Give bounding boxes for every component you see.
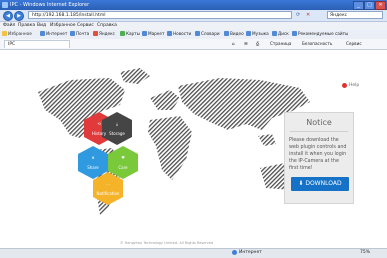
notice-message: Please download the web plugin controls … <box>289 138 347 171</box>
recommended-icon <box>292 31 297 36</box>
map-icon <box>120 31 125 36</box>
download-button[interactable]: ⬇ DOWNLOAD <box>291 177 349 191</box>
hex-label-care: Care <box>118 165 128 170</box>
command-security[interactable]: Безопасность <box>302 41 332 46</box>
minimize-button[interactable]: _ <box>353 1 364 10</box>
page-content: ⟲ ⤓ ⋔ ♥ … History Storage Share Care Not… <box>0 50 387 248</box>
copyright-text: © Hangzhou Technology Limited. All Right… <box>120 241 214 245</box>
close-button[interactable]: ✕ <box>375 1 386 10</box>
menu-file[interactable]: Файл <box>3 23 15 28</box>
fav-news[interactable]: Новости <box>167 31 191 36</box>
globe-icon <box>40 31 45 36</box>
fav-video[interactable]: Видео <box>224 31 244 36</box>
forward-button[interactable]: ▶ <box>14 11 24 21</box>
market-icon <box>142 31 147 36</box>
dictionary-icon <box>195 31 200 36</box>
zoom-level[interactable]: 75% <box>360 250 370 255</box>
fav-yandex[interactable]: Яндекс <box>93 31 115 36</box>
notice-divider <box>290 131 348 132</box>
window-title: IPC - Windows Internet Explorer <box>10 2 90 8</box>
menu-tools[interactable]: Сервис <box>77 23 94 28</box>
hex-label-history: History <box>92 131 107 136</box>
care-icon: ♥ <box>121 155 125 160</box>
fav-recommended[interactable]: Рекомендуемые сайты <box>292 31 348 36</box>
back-button[interactable]: ◀ <box>3 11 13 21</box>
fav-dictionaries[interactable]: Словари <box>195 31 220 36</box>
ie-icon <box>2 2 8 8</box>
print-icon[interactable]: ⎙ <box>256 41 259 46</box>
music-icon <box>246 31 251 36</box>
share-icon: ⋔ <box>91 155 94 160</box>
notice-panel: Notice Please download the web plugin co… <box>284 112 354 204</box>
chat-icon: … <box>106 181 110 186</box>
url-input[interactable]: http://192.168.1.185/Install.html <box>28 11 292 19</box>
star-icon <box>2 31 7 36</box>
hex-label-notification: Notification <box>97 191 120 196</box>
tab-ipc[interactable]: IPC <box>4 40 70 48</box>
help-icon <box>342 83 347 88</box>
fav-disk[interactable]: Диск <box>272 31 289 36</box>
hex-label-share: Share <box>87 165 99 170</box>
window-titlebar: IPC - Windows Internet Explorer _ □ ✕ <box>0 0 387 10</box>
help-link[interactable]: Help <box>342 83 359 88</box>
download-label: DOWNLOAD <box>305 180 342 187</box>
home-icon[interactable]: ⌂ <box>232 41 235 46</box>
menu-view[interactable]: Вид <box>37 23 46 28</box>
address-bar: ◀ ▶ http://192.168.1.185/Install.html ⟳ … <box>0 10 387 22</box>
yandex-icon <box>93 31 98 36</box>
mail-icon <box>70 31 75 36</box>
help-label: Help <box>349 83 360 88</box>
download-icon: ⤓ <box>116 121 118 126</box>
globe-icon <box>232 250 237 255</box>
feeds-icon[interactable]: ☰ <box>244 41 248 46</box>
command-page[interactable]: Страница <box>270 41 291 46</box>
menu-edit[interactable]: Правка <box>18 23 35 28</box>
refresh-icon[interactable]: ⟳ <box>296 12 300 18</box>
tab-bar: IPC ⌂ ☰ ⎙ Страница Безопасность Сервис <box>0 39 387 50</box>
zone-indicator: Интернет <box>232 250 262 255</box>
favorites-button[interactable]: Избранное <box>2 31 32 36</box>
zone-label: Интернет <box>239 250 262 255</box>
maximize-button[interactable]: □ <box>364 1 375 10</box>
command-tools[interactable]: Сервис <box>346 41 362 46</box>
fav-market[interactable]: Маркет <box>142 31 164 36</box>
disk-icon <box>272 31 277 36</box>
search-input[interactable]: Яндекс <box>327 11 383 19</box>
menu-help[interactable]: Справка <box>97 23 117 28</box>
hex-label-storage: Storage <box>109 131 125 136</box>
fav-mail[interactable]: Почта <box>70 31 89 36</box>
news-icon <box>167 31 172 36</box>
menu-favorites[interactable]: Избранное <box>50 23 76 28</box>
stop-icon[interactable]: ✕ <box>306 12 310 18</box>
video-icon <box>224 31 229 36</box>
fav-maps[interactable]: Карты <box>120 31 140 36</box>
feature-hexagons: ⟲ ⤓ ⋔ ♥ … History Storage Share Care Not… <box>78 112 138 205</box>
fav-internet[interactable]: Интернет <box>40 31 67 36</box>
notice-title: Notice <box>306 118 332 127</box>
fav-music[interactable]: Музыка <box>246 31 269 36</box>
